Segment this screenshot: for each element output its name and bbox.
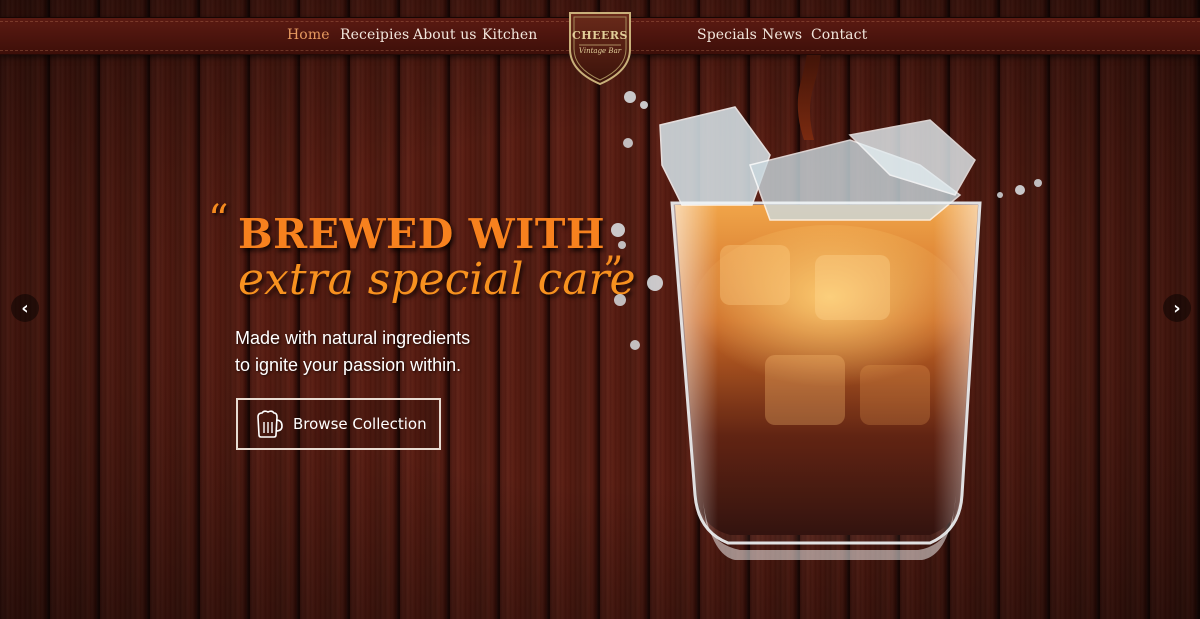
chevron-left-icon: ‹ (21, 297, 29, 319)
nav-home[interactable]: Home (287, 27, 330, 43)
hero-headline-line1: BREWED WITH (238, 210, 606, 258)
nav-news[interactable]: News (762, 27, 802, 43)
nav-receipies[interactable]: Receipies (340, 27, 409, 43)
nav-about-us[interactable]: About us (413, 27, 477, 43)
quote-open-mark: “ (208, 197, 229, 243)
hero-subtext: Made with natural ingredients to ignite … (235, 325, 535, 379)
logo-subtitle: Vintage Bar (578, 47, 622, 55)
hero-subtext-line2: to ignite your passion within. (235, 355, 462, 375)
chevron-right-icon: › (1173, 297, 1181, 319)
slider-prev-button[interactable]: ‹ (11, 294, 39, 322)
nav-kitchen[interactable]: Kitchen (482, 27, 537, 43)
browse-collection-label: Browse Collection (293, 415, 427, 433)
hero-headline-line2: extra special care (238, 254, 636, 305)
logo-title: CHEERS (571, 29, 628, 42)
browse-collection-button[interactable]: Browse Collection (236, 398, 441, 450)
hero-subtext-line1: Made with natural ingredients (235, 328, 471, 348)
drink-glass-image (600, 0, 1060, 575)
nav-specials[interactable]: Specials (697, 27, 757, 43)
beer-mug-icon (257, 410, 283, 438)
nav-contact[interactable]: Contact (811, 27, 867, 43)
slider-next-button[interactable]: › (1163, 294, 1191, 322)
